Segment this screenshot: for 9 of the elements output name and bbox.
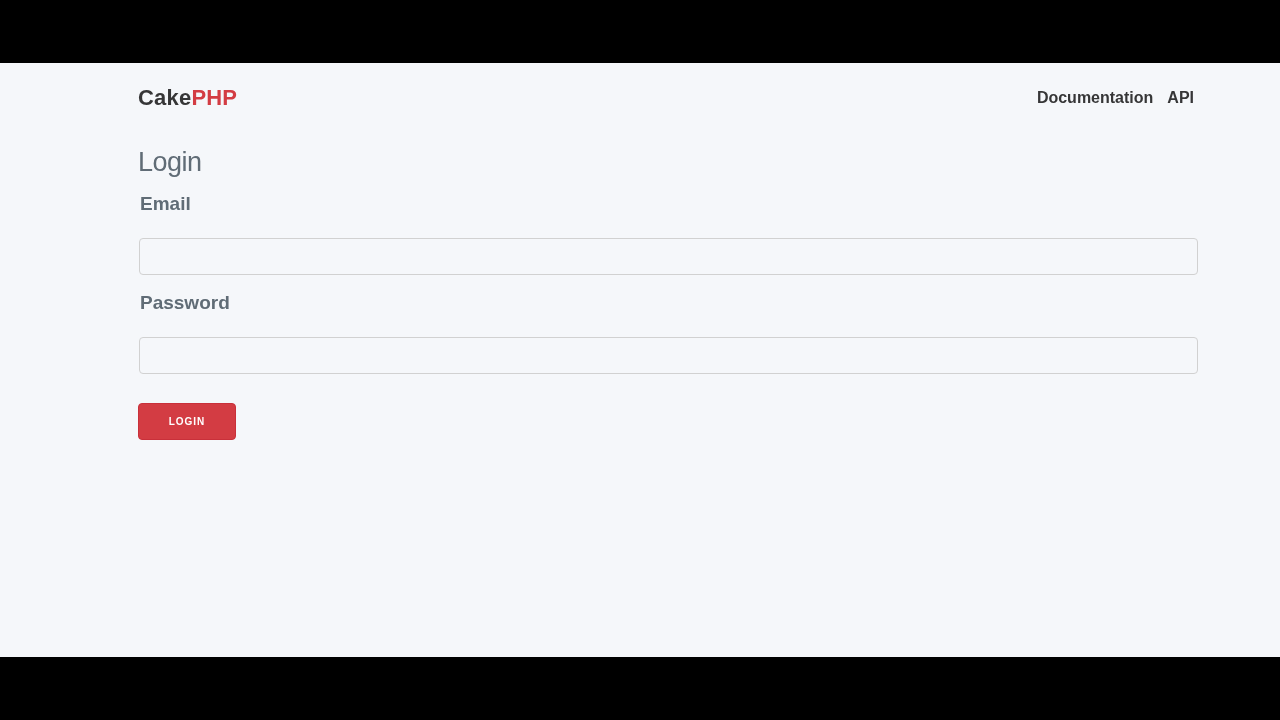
- input-field[interactable]: [139, 337, 1198, 375]
- input-field[interactable]: [139, 238, 1198, 276]
- nav-link[interactable]: API: [1167, 89, 1194, 107]
- logo[interactable]: CakePHP: [138, 85, 238, 111]
- login-button[interactable]: LOGIN: [138, 403, 236, 441]
- field-label: Email: [140, 192, 192, 217]
- page-title: Login: [138, 146, 203, 179]
- nav-link[interactable]: Documentation: [1036, 89, 1154, 107]
- field-label: Password: [140, 291, 231, 316]
